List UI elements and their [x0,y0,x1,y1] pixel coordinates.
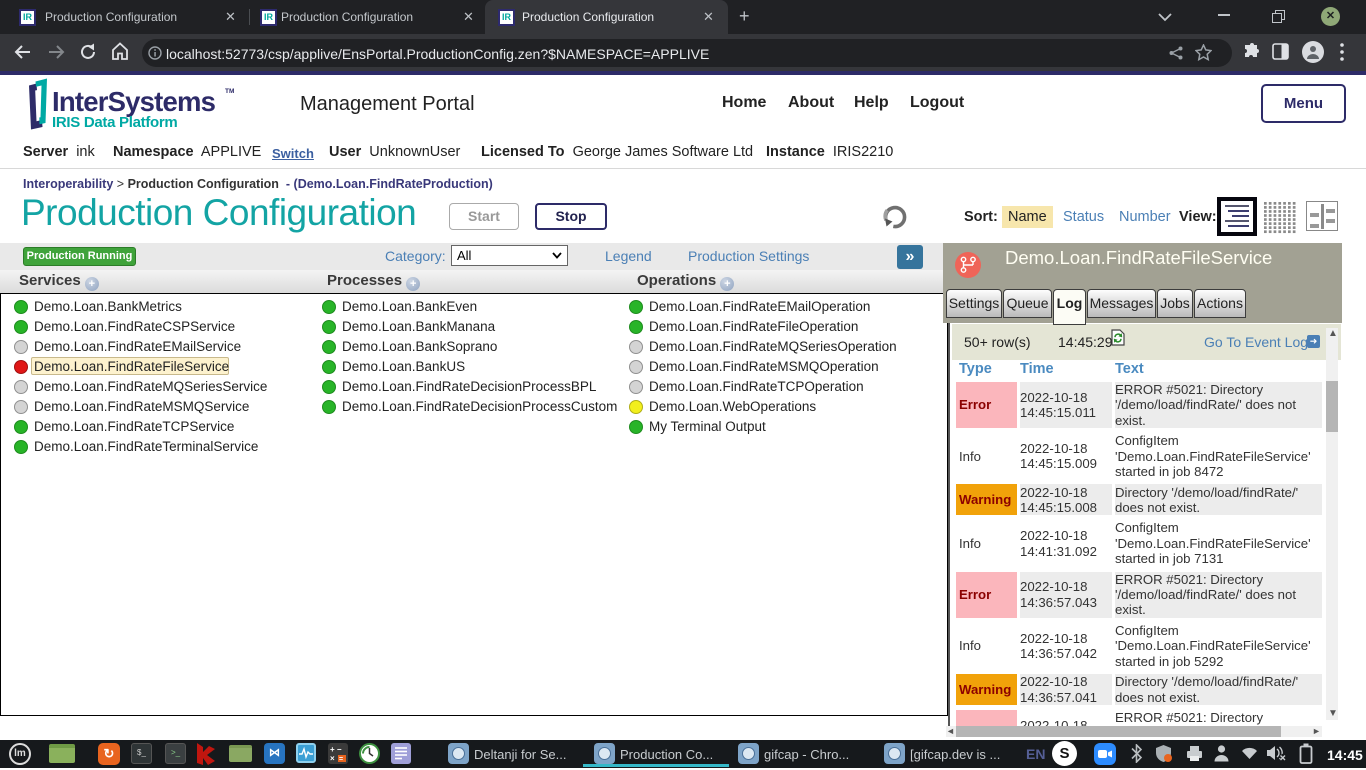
svg-text:InterSystems: InterSystems [52,86,216,117]
svg-text:=: = [339,756,343,763]
svg-text:×: × [330,754,335,763]
svg-text:TM: TM [225,88,234,95]
svg-text:+ −: + − [330,745,342,754]
svg-text:IRIS Data Platform: IRIS Data Platform [52,114,177,130]
